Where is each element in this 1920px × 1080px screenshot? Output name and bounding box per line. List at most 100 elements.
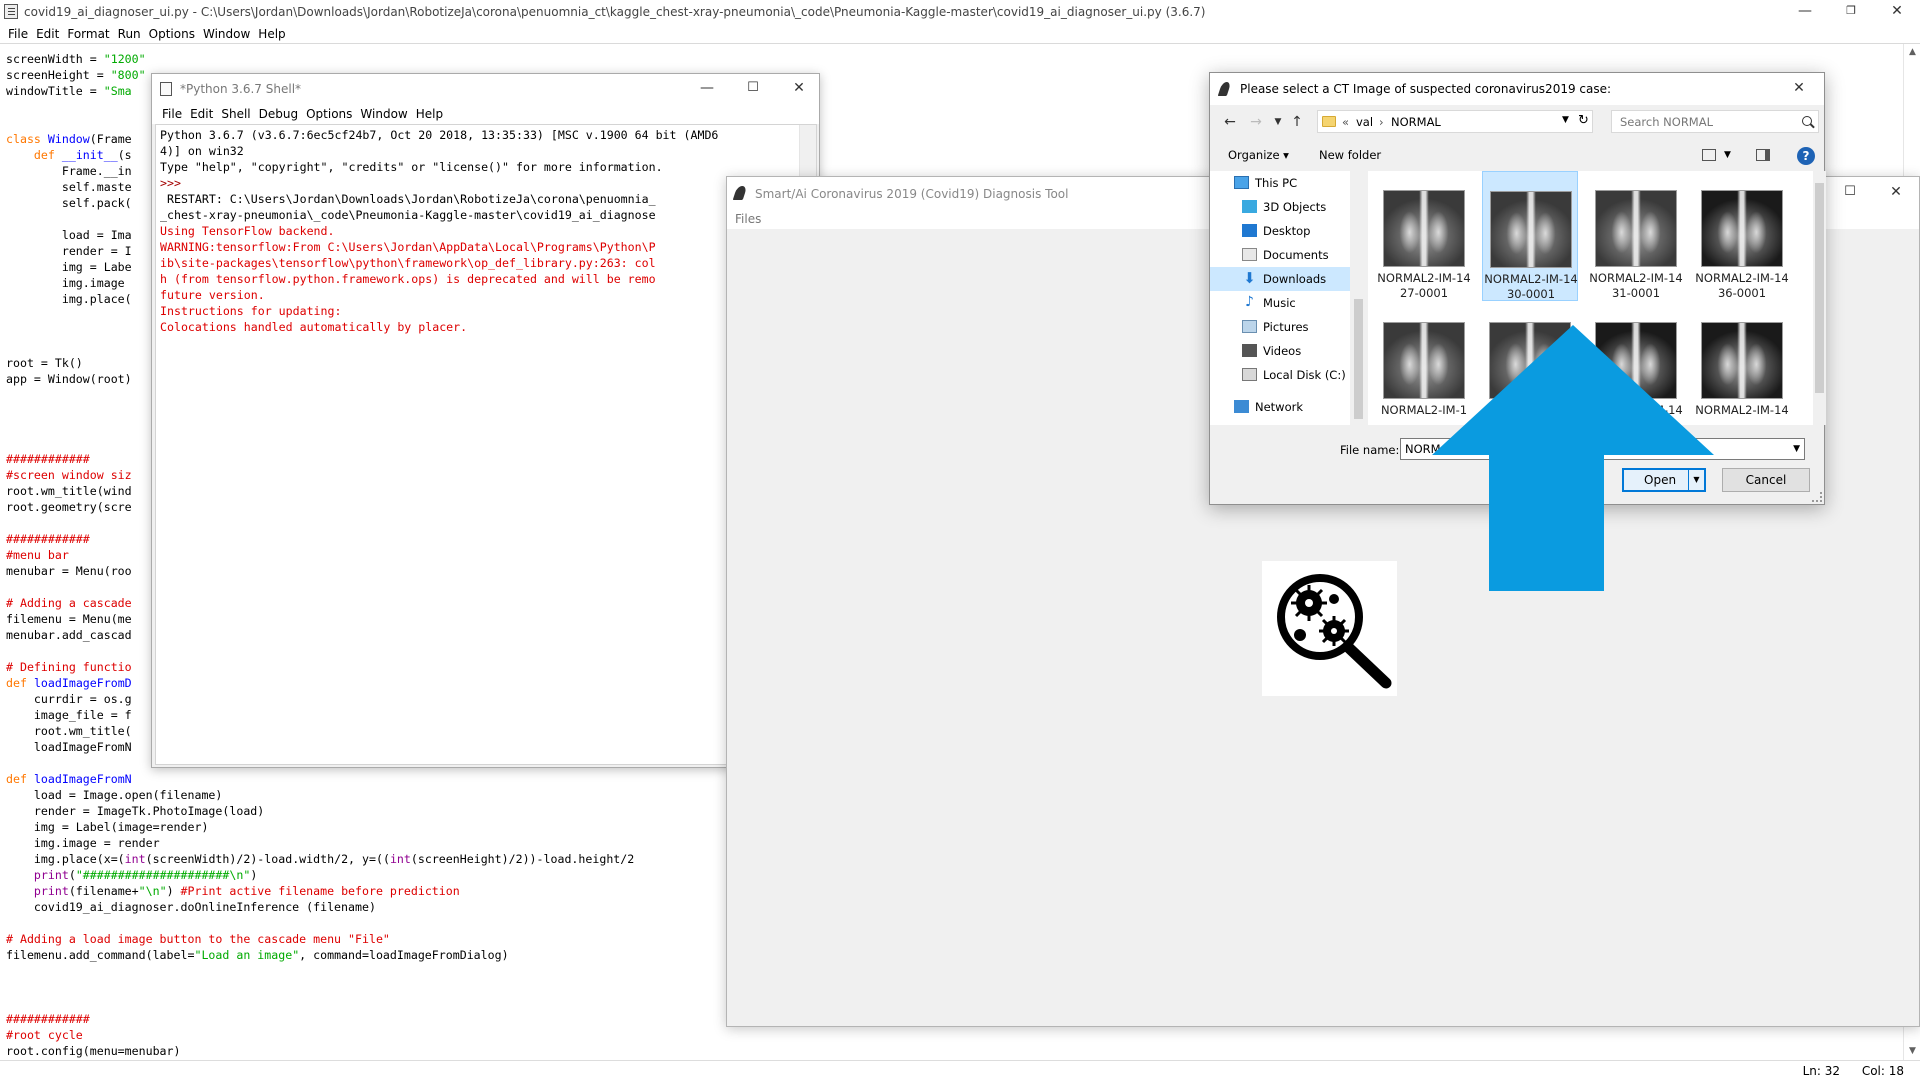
menu-edit[interactable]: Edit — [186, 104, 217, 124]
menu-options[interactable]: Options — [145, 24, 199, 44]
address-bar[interactable]: « val › NORMAL ▼ ↻ — [1317, 110, 1593, 133]
shell-title: *Python 3.6.7 Shell* — [180, 82, 302, 96]
menubar-divider — [0, 43, 1920, 44]
menu-files[interactable]: Files — [731, 209, 765, 229]
forward-icon[interactable]: → — [1246, 113, 1266, 131]
menu-file[interactable]: File — [158, 104, 186, 124]
menu-run[interactable]: Run — [114, 24, 145, 44]
resize-grip[interactable] — [1812, 492, 1822, 502]
feather-icon — [160, 82, 172, 96]
feather-icon — [732, 186, 748, 200]
cube-icon — [1242, 200, 1257, 213]
xray-thumbnail — [1490, 191, 1572, 268]
close-button[interactable]: ✕ — [776, 77, 822, 101]
path-separator-icon: › — [1379, 115, 1384, 129]
scroll-down-icon[interactable]: ▼ — [1904, 1043, 1920, 1060]
folder-icon — [1322, 116, 1336, 127]
close-button[interactable]: ✕ — [1873, 181, 1919, 205]
shell-output[interactable]: Python 3.6.7 (v3.6.7:6ec5cf24b7, Oct 20 … — [155, 124, 817, 765]
recent-locations-icon[interactable]: ▼ — [1268, 113, 1288, 131]
minimize-button[interactable]: — — [1782, 0, 1828, 24]
close-button[interactable]: ✕ — [1874, 0, 1920, 24]
dialog-toolbar: Organize ▾ New folder ▼ ? — [1210, 141, 1824, 171]
nav-item-this-pc[interactable]: This PC — [1210, 171, 1350, 195]
dialog-titlebar: Please select a CT Image of suspected co… — [1210, 73, 1824, 105]
menu-window[interactable]: Window — [356, 104, 411, 124]
desktop-icon — [1242, 224, 1257, 237]
nav-item-downloads[interactable]: ⬇ Downloads — [1210, 267, 1350, 291]
column-number: Col: 18 — [1861, 1064, 1904, 1078]
menu-window[interactable]: Window — [199, 24, 254, 44]
chevron-down-icon[interactable]: ▼ — [1793, 444, 1800, 454]
music-icon: ♪ — [1245, 294, 1254, 310]
help-icon[interactable]: ? — [1797, 147, 1815, 165]
nav-item-3d-objects[interactable]: 3D Objects — [1210, 195, 1350, 219]
file-name-label: NORMAL2-IM-14 30-0001 — [1484, 272, 1578, 301]
up-arrow-shape — [1432, 325, 1714, 591]
file-name-label: NORMAL2-IM-14 27-0001 — [1377, 271, 1471, 300]
idle-file-icon — [4, 4, 18, 19]
file-list-scroll-thumb[interactable] — [1815, 183, 1824, 393]
chevron-down-icon[interactable]: ▼ — [1724, 150, 1731, 160]
editor-titlebar: covid19_ai_diagnoser_ui.py - C:\Users\Jo… — [0, 0, 1920, 24]
menu-edit[interactable]: Edit — [32, 24, 63, 44]
line-number: Ln: 32 — [1802, 1064, 1840, 1078]
nav-item-pictures[interactable]: Pictures — [1210, 315, 1350, 339]
organize-button[interactable]: Organize ▾ — [1228, 148, 1289, 162]
path-prefix: « — [1342, 115, 1350, 129]
nav-item-music[interactable]: ♪ Music — [1210, 291, 1350, 315]
nav-label: Downloads — [1263, 272, 1327, 286]
search-placeholder: Search NORMAL — [1620, 115, 1714, 129]
nav-label: Pictures — [1263, 320, 1309, 334]
disk-icon — [1242, 368, 1257, 381]
view-options-icon[interactable] — [1702, 149, 1716, 161]
maximize-button[interactable]: ☐ — [1827, 181, 1873, 205]
nav-label: Videos — [1263, 344, 1302, 358]
search-input[interactable]: Search NORMAL — [1611, 110, 1819, 133]
menu-file[interactable]: File — [4, 24, 32, 44]
back-icon[interactable]: ← — [1220, 113, 1240, 131]
path-current[interactable]: NORMAL — [1391, 115, 1441, 129]
videos-icon — [1242, 344, 1257, 357]
chevron-down-icon[interactable]: ▼ — [1562, 115, 1569, 125]
editor-menubar: File Edit Format Run Options Window Help — [0, 24, 1920, 44]
refresh-icon[interactable]: ↻ — [1578, 113, 1589, 128]
file-item[interactable]: NORMAL2-IM-14 27-0001 — [1376, 171, 1472, 301]
file-name-label: NORMAL2-IM-14 31-0001 — [1589, 271, 1683, 300]
file-list-scrollbar[interactable] — [1813, 171, 1826, 425]
nav-label: 3D Objects — [1263, 200, 1327, 214]
menu-format[interactable]: Format — [63, 24, 113, 44]
path-parent[interactable]: val — [1356, 115, 1373, 129]
menu-help[interactable]: Help — [254, 24, 289, 44]
nav-label: This PC — [1255, 176, 1298, 190]
new-folder-button[interactable]: New folder — [1319, 148, 1381, 162]
editor-statusbar: Ln: 32 Col: 18 — [0, 1060, 1920, 1080]
up-arrow-annotation — [1432, 325, 1714, 591]
cancel-button[interactable]: Cancel — [1722, 468, 1810, 492]
menu-debug[interactable]: Debug — [255, 104, 302, 124]
menu-shell[interactable]: Shell — [217, 104, 254, 124]
menu-options[interactable]: Options — [302, 104, 356, 124]
maximize-button[interactable]: ❐ — [1828, 0, 1874, 24]
preview-pane-icon[interactable] — [1756, 149, 1770, 161]
scroll-up-icon[interactable]: ▲ — [1904, 44, 1920, 61]
editor-title: covid19_ai_diagnoser_ui.py - C:\Users\Jo… — [24, 5, 1206, 19]
nav-item-documents[interactable]: Documents — [1210, 243, 1350, 267]
nav-item-videos[interactable]: Videos — [1210, 339, 1350, 363]
minimize-button[interactable]: — — [684, 77, 730, 101]
up-folder-icon[interactable]: ↑ — [1287, 113, 1307, 131]
file-item[interactable]: NORMAL2-IM-14 36-0001 — [1694, 171, 1790, 301]
maximize-button[interactable]: ☐ — [730, 77, 776, 101]
nav-label: Documents — [1263, 248, 1329, 262]
nav-scroll-thumb[interactable] — [1354, 299, 1363, 419]
nav-item-local-disk[interactable]: Local Disk (C:) — [1210, 363, 1350, 387]
nav-item-desktop[interactable]: Desktop — [1210, 219, 1350, 243]
file-item-selected[interactable]: NORMAL2-IM-14 30-0001 — [1482, 171, 1578, 301]
menu-help[interactable]: Help — [412, 104, 447, 124]
nav-scrollbar[interactable] — [1350, 171, 1367, 425]
xray-thumbnail — [1383, 190, 1465, 267]
virus-magnifier-icon — [1262, 561, 1397, 696]
file-item[interactable]: NORMAL2-IM-14 31-0001 — [1588, 171, 1684, 301]
nav-item-network[interactable]: Network — [1210, 395, 1350, 419]
dialog-close-button[interactable]: ✕ — [1776, 77, 1822, 101]
